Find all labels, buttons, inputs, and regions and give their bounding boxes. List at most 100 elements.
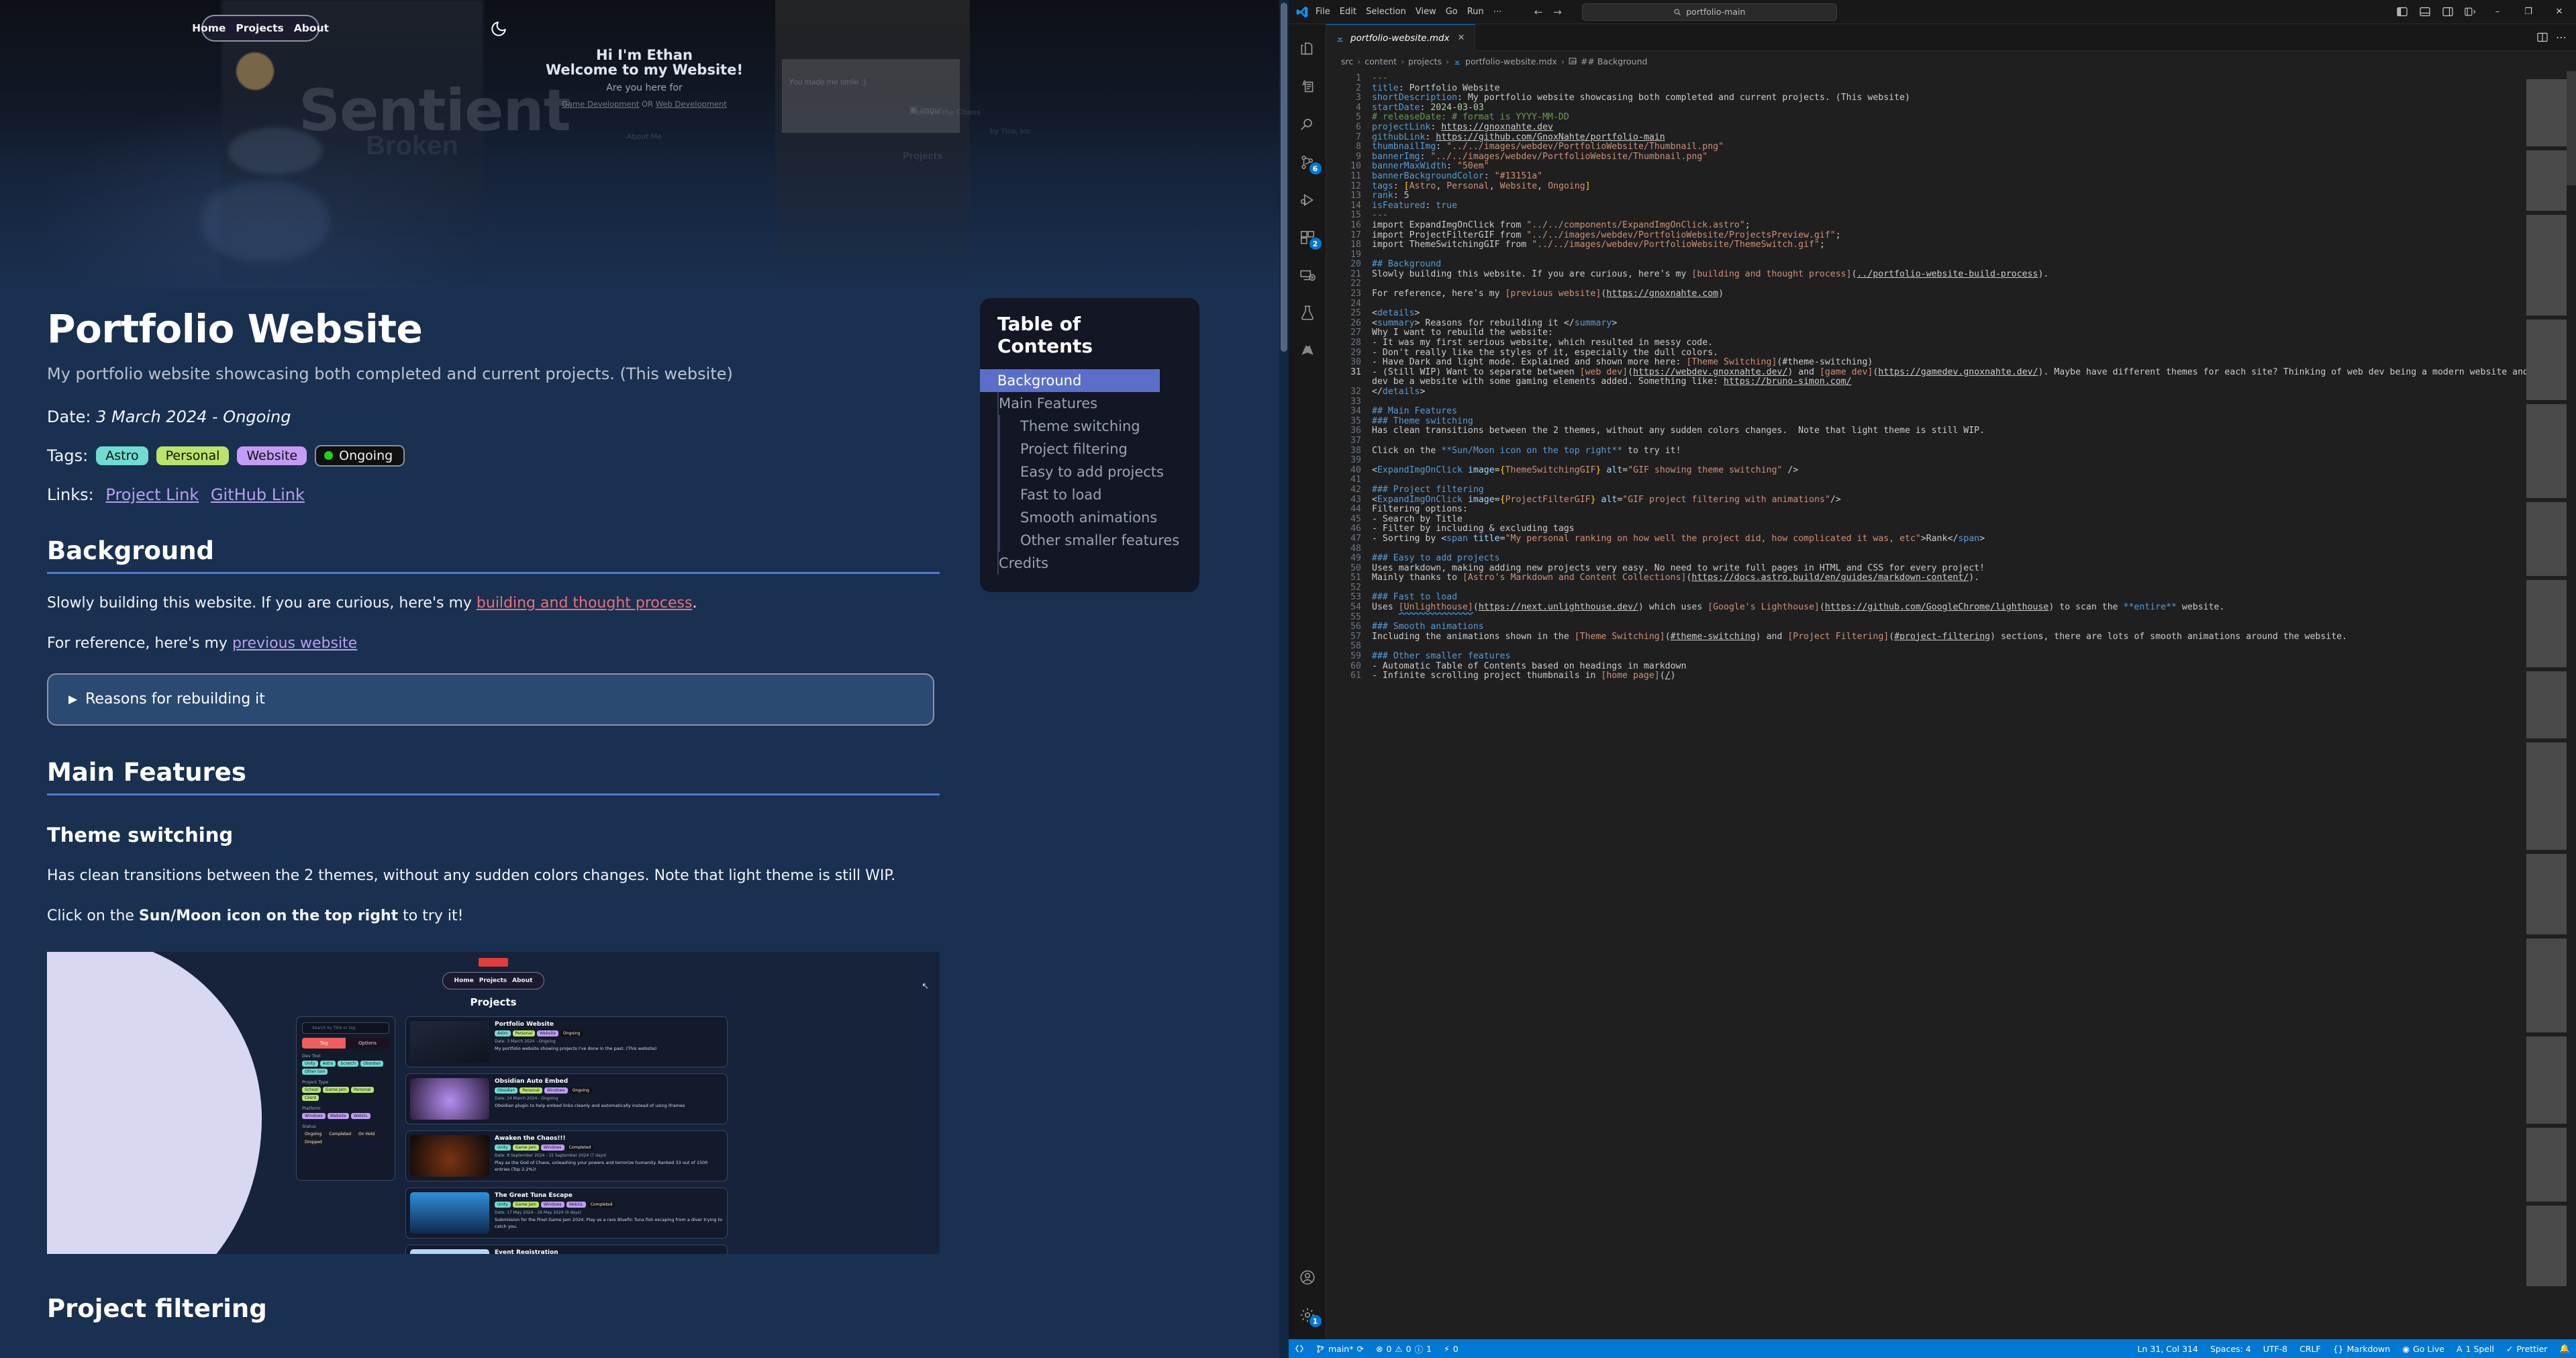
code-text[interactable]: - (Still WIP) Want to separate between [… (1372, 367, 2576, 387)
tab-portfolio-website-mdx[interactable]: portfolio-website.mdx ✕ (1326, 24, 1475, 51)
code-line[interactable]: 26 <summary> Reasons for rebuilding it </… (1326, 318, 2576, 329)
menu-run[interactable]: Run (1467, 7, 1484, 17)
code-line[interactable]: 52 (1326, 583, 2576, 593)
code-line[interactable]: 33 (1326, 397, 2576, 407)
tag-website[interactable]: Website (237, 446, 307, 465)
problems-status[interactable]: ⊗ 0 ⚠ 0 ⓘ 1 (1370, 1339, 1438, 1358)
code-line[interactable]: 14 isFeatured: true (1326, 201, 2576, 211)
cursor-position[interactable]: Ln 31, Col 314 (2132, 1339, 2204, 1358)
code-text[interactable]: <ExpandImgOnClick image={ThemeSwitchingG… (1372, 465, 2576, 476)
remote-explorer-icon[interactable] (1289, 256, 1326, 294)
code-text[interactable]: ### Other smaller features (1372, 651, 2576, 662)
code-text[interactable]: - Filter by including & excluding tags (1372, 524, 2576, 534)
minimize-button[interactable]: – (2483, 0, 2512, 24)
code-text[interactable]: tags: [Astro, Personal, Website, Ongoing… (1372, 181, 2576, 192)
toc-item-background[interactable]: Background (980, 369, 1160, 392)
site-nav[interactable]: Home Projects About (192, 15, 329, 42)
code-text[interactable]: ## Main Features (1372, 406, 2576, 417)
back-arrow-icon[interactable]: ← (1534, 6, 1543, 18)
forward-arrow-icon[interactable]: → (1553, 6, 1562, 18)
remote-window-icon[interactable] (1289, 1339, 1310, 1358)
code-line[interactable]: 45 - Search by Title (1326, 514, 2576, 525)
minimap[interactable] (2526, 71, 2567, 1339)
theme-switch-gif[interactable]: Home Projects About Projects ↖ Search by… (47, 952, 940, 1255)
code-line[interactable]: 43 <ExpandImgOnClick image={ProjectFilter… (1326, 495, 2576, 505)
details-disclosure[interactable]: ▶ Reasons for rebuilding it (47, 673, 934, 726)
code-text[interactable]: bannerMaxWidth: "50em" (1372, 162, 2576, 172)
code-line[interactable]: 12 tags: [Astro, Personal, Website, Ongoi… (1326, 181, 2576, 192)
code-line[interactable]: 57 Including the animations shown in the … (1326, 632, 2576, 642)
todo-tree-icon[interactable] (1289, 332, 1326, 369)
code-text[interactable]: thumbnailImg: "../../images/webdev/Portf… (1372, 142, 2576, 152)
code-text[interactable] (1372, 299, 2576, 309)
code-line[interactable]: 24 (1326, 299, 2576, 309)
menu-selection[interactable]: Selection (1366, 7, 1406, 17)
more-actions-icon[interactable]: ⋯ (2556, 31, 2567, 44)
tag-astro[interactable]: Astro (96, 446, 148, 465)
code-text[interactable]: <details> (1372, 308, 2576, 319)
code-text[interactable]: <ExpandImgOnClick image={ProjectFilterGI… (1372, 495, 2576, 505)
code-line[interactable]: 23 For reference, here's my [previous web… (1326, 289, 2576, 299)
code-text[interactable]: - It was my first serious website, which… (1372, 338, 2576, 348)
code-text[interactable]: ### Fast to load (1372, 593, 2576, 603)
code-text[interactable]: Uses [Unlighthouse](https://next.unlight… (1372, 602, 2576, 613)
code-text[interactable]: bannerBackgroundColor: "#13151a" (1372, 171, 2576, 182)
code-text[interactable] (1372, 436, 2576, 446)
code-text[interactable]: --- (1372, 211, 2576, 221)
code-text[interactable]: <summary> Reasons for rebuilding it </su… (1372, 318, 2576, 329)
editor-scrollbar-thumb[interactable] (2567, 71, 2576, 185)
code-line[interactable]: 7 githubLink: https://github.com/GnoxNaht… (1326, 132, 2576, 143)
code-text[interactable]: - Don't really like the styles of it, es… (1372, 348, 2576, 358)
code-line[interactable]: 30 - Have Dark and light mode. Explained … (1326, 357, 2576, 368)
status-badge[interactable]: Ongoing (315, 444, 405, 467)
build-process-link[interactable]: building and thought process (477, 595, 693, 612)
code-text[interactable]: # releaseDate: # format is YYYY-MM-DD (1372, 113, 2576, 123)
code-line[interactable]: 10 bannerMaxWidth: "50em" (1326, 162, 2576, 172)
code-line[interactable]: 46 - Filter by including & excluding tags (1326, 524, 2576, 534)
code-line[interactable]: 32 </details> (1326, 387, 2576, 397)
code-text[interactable]: shortDescription: My portfolio website s… (1372, 93, 2576, 103)
code-line[interactable]: 53 ### Fast to load (1326, 593, 2576, 603)
code-text[interactable] (1372, 456, 2576, 466)
code-editor[interactable]: 1 --- 2 title: Portfolio Website 3 shortDescr… (1326, 71, 2576, 1339)
code-line[interactable]: 54 Uses [Unlighthouse](https://next.unlig… (1326, 602, 2576, 613)
code-line[interactable]: 25 <details> (1326, 308, 2576, 319)
previous-website-link[interactable]: previous website (232, 635, 357, 652)
code-text[interactable]: title: Portfolio Website (1372, 83, 2576, 94)
accounts-icon[interactable] (1289, 1259, 1326, 1296)
code-text[interactable]: bannerImg: "../../images/webdev/Portfoli… (1372, 152, 2576, 162)
code-line[interactable]: 39 (1326, 456, 2576, 466)
code-text[interactable] (1372, 583, 2576, 593)
code-text[interactable] (1372, 250, 2576, 260)
code-text[interactable]: ### Theme switching (1372, 416, 2576, 427)
code-text[interactable]: - Automatic Table of Contents based on h… (1372, 661, 2576, 672)
testing-icon[interactable] (1289, 294, 1326, 332)
code-line[interactable]: 35 ### Theme switching (1326, 416, 2576, 427)
code-text[interactable]: import ExpandImgOnClick from "../../comp… (1372, 220, 2576, 231)
code-line[interactable]: 21 Slowly building this website. If you a… (1326, 269, 2576, 280)
code-text[interactable]: startDate: 2024-03-03 (1372, 103, 2576, 113)
bell-icon[interactable]: 🔔 (2553, 1339, 2576, 1358)
indentation[interactable]: Spaces: 4 (2204, 1339, 2257, 1358)
toc-item-credits[interactable]: Credits (999, 552, 1199, 575)
code-text[interactable]: For reference, here's my [previous websi… (1372, 289, 2576, 299)
command-center[interactable]: portfolio-main (1581, 3, 1837, 21)
code-line[interactable]: 49 ### Easy to add projects (1326, 553, 2576, 564)
toc-item-fast-to-load[interactable]: Fast to load (1000, 483, 1199, 506)
code-text[interactable]: - Infinite scrolling project thumbnails … (1372, 671, 2576, 681)
code-line[interactable]: 2 title: Portfolio Website (1326, 83, 2576, 94)
breadcrumb-projects[interactable]: projects (1408, 56, 1442, 66)
code-line[interactable]: 6 projectLink: https://gnoxnahte.dev (1326, 122, 2576, 133)
code-line[interactable]: 37 (1326, 436, 2576, 446)
go-live[interactable]: ◉ Go Live (2396, 1339, 2450, 1358)
editor-scrollbar[interactable] (2567, 71, 2576, 1339)
code-text[interactable]: ### Project filtering (1372, 485, 2576, 495)
browser-scrollbar[interactable] (1279, 0, 1289, 1358)
github-link[interactable]: GitHub Link (211, 485, 305, 504)
code-text[interactable]: import ProjectFilterGIF from "../../imag… (1372, 230, 2576, 241)
code-line[interactable]: 60 - Automatic Table of Contents based on… (1326, 661, 2576, 672)
code-text[interactable] (1372, 397, 2576, 407)
code-line[interactable]: 17 import ProjectFilterGIF from "../../im… (1326, 230, 2576, 241)
hero-link-webdev[interactable]: Web Development (656, 99, 727, 109)
code-line[interactable]: 11 bannerBackgroundColor: "#13151a" (1326, 171, 2576, 182)
